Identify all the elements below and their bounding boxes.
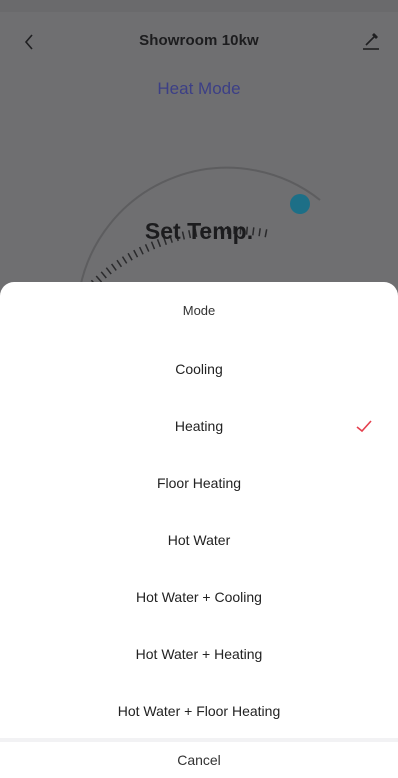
mode-option-floor-heating[interactable]: Floor Heating xyxy=(0,460,398,506)
dial-knob[interactable] xyxy=(290,194,310,214)
mode-option-label: Cooling xyxy=(175,361,223,377)
dial-tick xyxy=(133,249,139,258)
current-mode-label: Heat Mode xyxy=(157,79,241,98)
dial-tick xyxy=(100,271,107,279)
edit-pencil-icon[interactable] xyxy=(360,28,382,52)
mode-option-hot-water-heating[interactable]: Hot Water + Heating xyxy=(0,631,398,677)
dial-tick xyxy=(144,243,150,252)
checkmark-icon xyxy=(354,416,374,436)
dial-tick xyxy=(105,267,112,275)
mode-option-label: Heating xyxy=(174,418,224,434)
dial-tick xyxy=(110,263,117,271)
mode-option-heating[interactable]: Heating xyxy=(0,403,398,449)
mode-option-hot-water-floor-heating[interactable]: Hot Water + Floor Heating xyxy=(0,688,398,734)
cancel-button[interactable]: Cancel xyxy=(0,742,398,778)
sheet-title: Mode xyxy=(182,303,216,318)
mode-option-hot-water[interactable]: Hot Water xyxy=(0,517,398,563)
nav-bar: Showroom 10kw xyxy=(0,22,398,66)
dial-tick xyxy=(116,259,123,268)
mode-option-label: Floor Heating xyxy=(156,475,242,491)
mode-option-label: Hot Water xyxy=(167,532,231,548)
status-bar xyxy=(0,0,398,12)
dial-tick xyxy=(127,252,133,261)
dial-tick xyxy=(138,246,144,255)
mode-option-hot-water-cooling[interactable]: Hot Water + Cooling xyxy=(0,574,398,620)
device-title: Showroom 10kw xyxy=(139,32,259,49)
set-temp-label: Set Temp. xyxy=(144,218,254,244)
mode-option-cooling[interactable]: Cooling xyxy=(0,346,398,392)
dial-tick xyxy=(121,256,128,264)
mode-option-label: Hot Water + Cooling xyxy=(136,589,262,605)
mode-option-label: Hot Water + Heating xyxy=(135,646,263,662)
mode-option-label: Hot Water + Floor Heating xyxy=(117,703,281,719)
mode-bottom-sheet: Mode Cooling Heating Floor Heating Hot W… xyxy=(0,282,398,778)
cancel-label: Cancel xyxy=(177,752,221,768)
